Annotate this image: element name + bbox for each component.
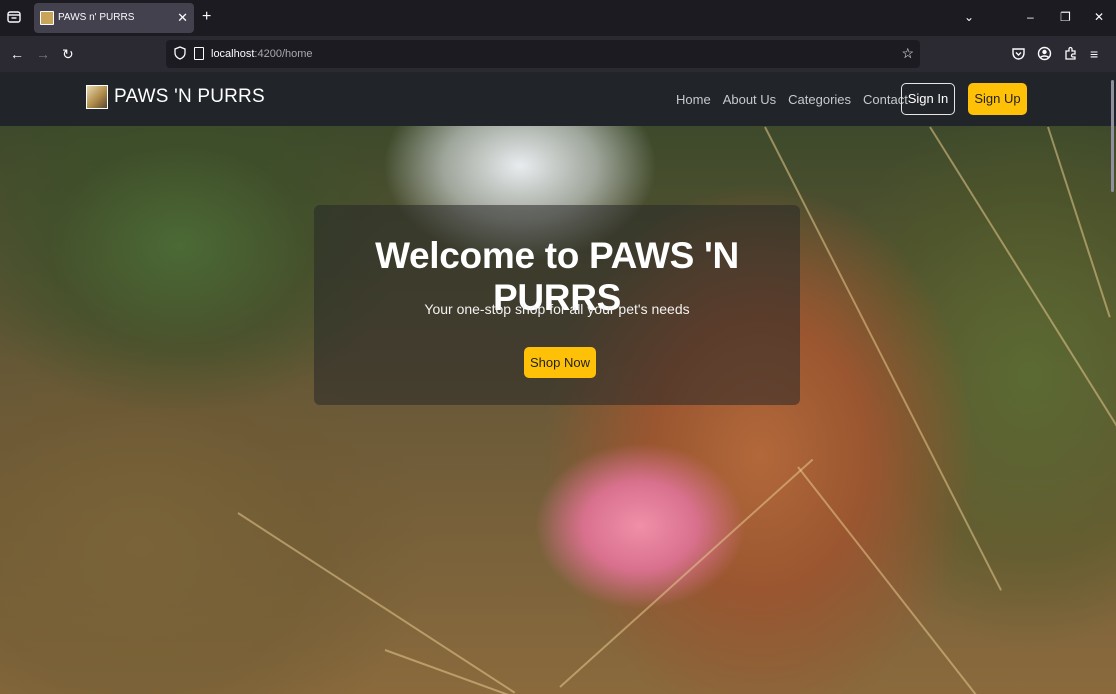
site-navbar: PAWS 'N PURRS Home About Us Categories C… — [0, 72, 1116, 126]
grass-strand — [559, 458, 814, 688]
menu-icon[interactable]: ≡ — [1090, 45, 1098, 63]
shield-icon[interactable] — [174, 46, 186, 60]
back-icon[interactable]: ← — [10, 45, 24, 63]
page-scrollbar[interactable] — [1111, 80, 1114, 192]
site-nav-links: Home About Us Categories Contact — [676, 92, 908, 107]
bookmark-star-icon[interactable]: ☆ — [901, 45, 914, 62]
nav-link-about[interactable]: About Us — [723, 92, 776, 107]
close-tab-icon[interactable]: ✕ — [177, 10, 188, 26]
nav-link-home[interactable]: Home — [676, 92, 711, 107]
nav-link-categories[interactable]: Categories — [788, 92, 851, 107]
account-icon[interactable] — [1037, 46, 1052, 61]
restore-icon[interactable]: ❐ — [1060, 9, 1071, 25]
browser-toolbar: ← → ↻ localhost:4200/home ☆ ≡ — [0, 36, 1116, 72]
hero-card: Welcome to PAWS 'N PURRS Your one-stop s… — [314, 205, 800, 405]
url-text[interactable]: localhost:4200/home — [211, 48, 313, 60]
hero-subtitle: Your one-stop shop for all your pet's ne… — [424, 301, 690, 317]
browser-tab[interactable]: PAWS n' PURRS ✕ — [34, 3, 194, 33]
close-window-icon[interactable]: ✕ — [1094, 9, 1104, 25]
sign-up-button[interactable]: Sign Up — [968, 83, 1027, 115]
reload-icon[interactable]: ↻ — [62, 45, 74, 63]
grass-strand — [237, 512, 516, 694]
new-tab-icon[interactable]: + — [202, 8, 211, 26]
tab-title: PAWS n' PURRS — [58, 12, 135, 23]
grass-strand — [929, 126, 1116, 484]
extensions-icon[interactable] — [1063, 46, 1078, 61]
forward-icon[interactable]: → — [36, 45, 50, 63]
tab-list-icon[interactable] — [6, 9, 22, 25]
browser-tab-bar: PAWS n' PURRS ✕ + ⌄ – ❐ ✕ — [0, 0, 1116, 36]
favicon-icon — [40, 11, 54, 25]
brand-name: PAWS 'N PURRS — [114, 86, 265, 107]
brand[interactable]: PAWS 'N PURRS — [86, 85, 265, 109]
address-bar[interactable]: localhost:4200/home ☆ — [166, 40, 920, 68]
hero-section: Welcome to PAWS 'N PURRS Your one-stop s… — [0, 126, 1116, 694]
page-viewport: PAWS 'N PURRS Home About Us Categories C… — [0, 72, 1116, 694]
page-icon — [194, 47, 204, 60]
chevron-down-icon[interactable]: ⌄ — [964, 9, 974, 25]
brand-logo-icon — [86, 85, 108, 109]
shop-now-button[interactable]: Shop Now — [524, 347, 596, 378]
sign-in-button[interactable]: Sign In — [901, 83, 955, 115]
grass-strand — [1047, 126, 1111, 318]
pocket-icon[interactable] — [1011, 46, 1026, 61]
minimize-icon[interactable]: – — [1027, 9, 1034, 25]
